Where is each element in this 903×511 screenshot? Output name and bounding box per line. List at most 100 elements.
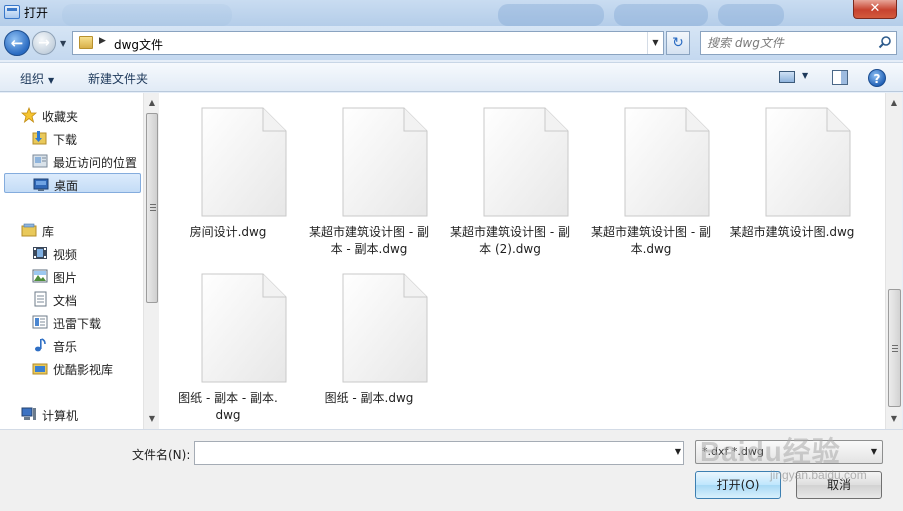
filename-combobox[interactable]: ▼ <box>194 441 684 465</box>
sidebar-item-youku-library[interactable]: 优酷影视库 <box>4 358 141 378</box>
cancel-button[interactable]: 取消 <box>796 471 882 499</box>
folder-icon <box>79 36 93 49</box>
youku-library-icon <box>32 363 48 375</box>
sidebar-item-label: 优酷影视库 <box>53 363 114 377</box>
sidebar-item-label: 图片 <box>53 271 78 285</box>
scrollbar-thumb[interactable] <box>888 289 901 407</box>
filename-input[interactable] <box>199 445 659 461</box>
file-item[interactable]: 房间设计.dwg <box>159 93 297 253</box>
sidebar-item-label: 库 <box>42 225 55 239</box>
chevron-down-icon: ▼ <box>870 447 877 456</box>
preview-pane-icon[interactable] <box>832 70 848 85</box>
file-item[interactable]: 某超市建筑设计图 - 副 本 - 副本.dwg <box>300 93 438 256</box>
refresh-button[interactable]: ↻ <box>666 31 690 55</box>
video-icon <box>33 247 47 259</box>
sidebar-item-label: 迅雷下载 <box>53 317 102 331</box>
file-item[interactable]: 图纸 - 副本.dwg <box>300 259 438 419</box>
file-name-line: 本.dwg <box>630 242 672 256</box>
download-folder-icon <box>32 131 47 145</box>
file-list-scrollbar[interactable]: ▲ ▼ <box>885 93 902 429</box>
sidebar-item-label: 文档 <box>53 294 78 308</box>
background-window-ghost <box>614 4 708 26</box>
change-view-icon[interactable] <box>779 71 795 83</box>
sidebar-item-label: 最近访问的位置 <box>53 156 138 170</box>
sidebar-item-computer[interactable]: 计算机 <box>4 404 141 424</box>
search-icon[interactable] <box>878 35 892 49</box>
recent-pages-dropdown-icon[interactable]: ▼ <box>60 39 66 48</box>
open-file-dialog: 打开 ✕ ← → ▼ ▶ dwg文件 ▼ ↻ 组织▼ 新建文件夹 ▼ <box>0 0 903 511</box>
file-name-line: dwg <box>215 408 241 422</box>
recent-places-icon <box>32 154 48 168</box>
background-window-ghost <box>718 4 784 26</box>
chevron-down-icon[interactable]: ▼ <box>675 447 681 456</box>
sidebar-item-label: 桌面 <box>54 179 79 193</box>
file-name-line: 图纸 - 副本.dwg <box>324 391 414 405</box>
documents-icon <box>34 291 47 307</box>
sidebar-item-label: 收藏夹 <box>42 110 79 124</box>
generic-file-icon <box>483 107 569 217</box>
navigation-pane-scrollbar[interactable]: ▲ ▼ <box>143 93 159 429</box>
view-options-dropdown-icon[interactable]: ▼ <box>802 71 808 80</box>
star-icon <box>21 107 37 123</box>
window-title: 打开 <box>24 6 49 20</box>
file-item[interactable]: 图纸 - 副本 - 副本. dwg <box>159 259 297 422</box>
generic-file-icon <box>201 107 287 217</box>
file-name: 图纸 - 副本.dwg <box>284 390 454 407</box>
scroll-up-arrow-icon[interactable]: ▲ <box>886 95 902 111</box>
sidebar-item-libraries[interactable]: 库 <box>4 220 141 240</box>
search-input[interactable] <box>707 35 871 51</box>
organize-menu-button[interactable]: 组织 ▼ <box>20 70 54 87</box>
breadcrumb-separator-icon[interactable]: ▶ <box>99 36 106 46</box>
file-list: 房间设计.dwg 某超市建筑设计图 - 副 本 - 副本.dwg 某超市建筑设计… <box>159 93 885 429</box>
forward-button[interactable]: → <box>32 31 56 55</box>
file-item[interactable]: 某超市建筑设计图.dwg <box>723 93 861 253</box>
navigation-pane: 收藏夹 下载 最近访问的位置 桌面 库 视频 图片 文档 迅雷下载 音乐 优酷影… <box>0 93 158 429</box>
back-button[interactable]: ← <box>4 30 30 56</box>
background-window-ghost <box>62 4 232 26</box>
generic-file-icon <box>342 273 428 383</box>
file-item[interactable]: 某超市建筑设计图 - 副 本 (2).dwg <box>441 93 579 256</box>
desktop-icon <box>33 178 49 191</box>
sidebar-item-thunder-downloads[interactable]: 迅雷下载 <box>4 312 141 332</box>
breadcrumb-current-folder[interactable]: dwg文件 <box>114 36 163 53</box>
navigation-bar: ← → ▼ ▶ dwg文件 ▼ ↻ <box>0 26 903 60</box>
dialog-footer: 文件名(N): ▼ *.dxf *.dwg ▼ 打开(O) 取消 <box>0 429 903 511</box>
sidebar-item-downloads[interactable]: 下载 <box>4 128 141 148</box>
help-button[interactable]: ? <box>868 69 886 87</box>
sidebar-item-desktop[interactable]: 桌面 <box>4 173 141 193</box>
sidebar-item-label: 计算机 <box>42 409 79 423</box>
file-item[interactable]: 某超市建筑设计图 - 副 本.dwg <box>582 93 720 256</box>
file-type-select[interactable]: *.dxf *.dwg ▼ <box>695 440 883 464</box>
file-name-line: 某超市建筑设计图.dwg <box>729 225 855 239</box>
library-icon <box>21 223 37 237</box>
filename-label: 文件名(N): <box>132 448 191 462</box>
sidebar-item-videos[interactable]: 视频 <box>4 243 141 263</box>
generic-file-icon <box>342 107 428 217</box>
sidebar-item-favorites[interactable]: 收藏夹 <box>4 105 141 125</box>
open-button[interactable]: 打开(O) <box>695 471 781 499</box>
scroll-up-arrow-icon[interactable]: ▲ <box>144 95 160 111</box>
sidebar-item-recent-places[interactable]: 最近访问的位置 <box>4 151 141 171</box>
sidebar-item-label: 音乐 <box>53 340 78 354</box>
address-bar[interactable]: ▶ dwg文件 ▼ <box>72 31 664 55</box>
background-window-ghost <box>498 4 604 26</box>
music-icon <box>35 338 46 352</box>
thunder-download-icon <box>32 315 48 329</box>
sidebar-item-label: 视频 <box>53 248 78 262</box>
sidebar-item-documents[interactable]: 文档 <box>4 289 141 309</box>
dialog-icon <box>4 5 20 19</box>
organize-label: 组织 <box>20 72 45 86</box>
scroll-down-arrow-icon[interactable]: ▼ <box>886 411 902 427</box>
file-name: 某超市建筑设计图.dwg <box>707 224 877 241</box>
address-dropdown-icon[interactable]: ▼ <box>647 32 663 54</box>
search-box[interactable] <box>700 31 897 55</box>
sidebar-item-pictures[interactable]: 图片 <box>4 266 141 286</box>
close-button[interactable]: ✕ <box>853 0 897 19</box>
scrollbar-thumb[interactable] <box>146 113 158 303</box>
sidebar-item-label: 下载 <box>53 133 78 147</box>
new-folder-button[interactable]: 新建文件夹 <box>88 70 148 87</box>
generic-file-icon <box>201 273 287 383</box>
generic-file-icon <box>765 107 851 217</box>
file-type-value: *.dxf *.dwg <box>702 445 764 458</box>
sidebar-item-music[interactable]: 音乐 <box>4 335 141 355</box>
